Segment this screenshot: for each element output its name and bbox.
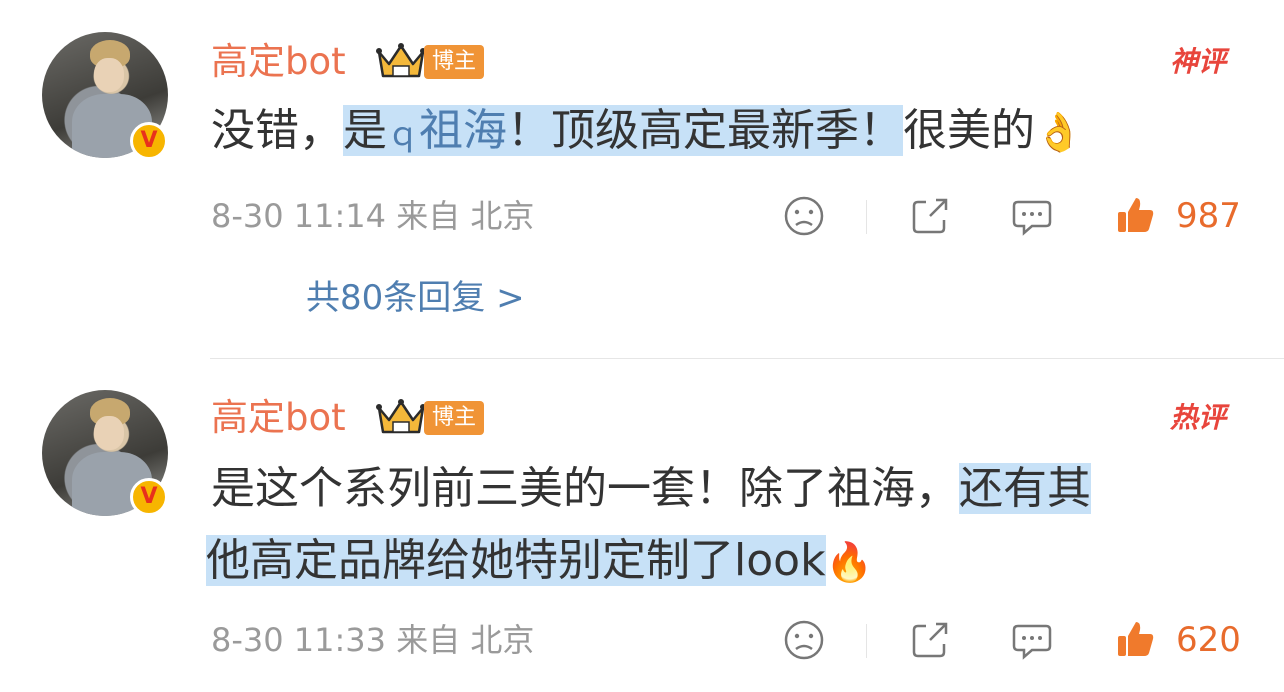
verified-v-icon: V [130, 478, 168, 516]
highlighted-text: 还有其 [959, 463, 1091, 514]
comment-meta: 8-30 11:33 来自 北京 [211, 620, 534, 660]
comment-meta: 8-30 11:14 来自 北京 [211, 196, 534, 236]
comment-item: V 高定bot 博主 神评 没错，是ｑ祖海！顶级高定最新季！很美的👌 8-30 … [0, 0, 1284, 350]
comment-text-suffix: 很美的 [903, 105, 1036, 156]
view-replies-link[interactable]: 共80条回复 > [306, 276, 525, 320]
search-icon: ｑ [387, 115, 420, 153]
share-icon[interactable] [908, 194, 952, 238]
comment-location: 来自 北京 [396, 621, 535, 659]
comment-date: 8-30 11:14 [211, 197, 387, 235]
sad-face-icon[interactable] [782, 194, 826, 238]
blogger-badge: 博主 [424, 401, 485, 435]
fire-emoji: 🔥 [825, 540, 873, 584]
verified-v-icon: V [130, 122, 168, 160]
like-icon[interactable] [1114, 618, 1158, 662]
blogger-badge: 博主 [424, 45, 485, 79]
top-comment-tag: 神评 [1169, 45, 1226, 78]
action-bar: 987 [780, 194, 1241, 242]
comment-date: 8-30 11:33 [211, 621, 387, 659]
highlight-part: 是 [343, 105, 387, 156]
action-bar: 620 [780, 618, 1241, 666]
comment-text-line-1: 是这个系列前三美的一套！除了祖海，还有其 [211, 462, 1091, 516]
like-icon[interactable] [1114, 194, 1158, 238]
comment-text-plain: 是这个系列前三美的一套！除了祖海， [211, 463, 959, 514]
separator [866, 200, 867, 234]
like-count: 620 [1176, 620, 1241, 660]
comment-text-line-2: 他高定品牌给她特别定制了look🔥 [206, 534, 873, 589]
highlighted-text: 是ｑ祖海！顶级高定最新季！ [343, 105, 904, 156]
share-icon[interactable] [908, 618, 952, 662]
separator [866, 624, 867, 658]
divider [210, 358, 1284, 359]
highlighted-text: 他高定品牌给她特别定制了look [206, 535, 826, 586]
hot-comment-tag: 热评 [1169, 401, 1226, 434]
highlight-part: ！顶级高定最新季！ [507, 105, 904, 156]
comment-text-prefix: 没错， [211, 105, 343, 156]
comment-icon[interactable] [1010, 618, 1054, 662]
topic-link[interactable]: 祖海 [419, 105, 507, 156]
comment-item: V 高定bot 博主 热评 是这个系列前三美的一套！除了祖海，还有其 他高定品牌… [0, 362, 1284, 692]
sad-face-icon[interactable] [782, 618, 826, 662]
like-count: 987 [1176, 196, 1241, 236]
comment-text: 没错，是ｑ祖海！顶级高定最新季！很美的👌 [211, 104, 1082, 161]
username[interactable]: 高定bot [211, 396, 346, 440]
ok-hand-emoji: 👌 [1035, 110, 1083, 154]
username[interactable]: 高定bot [211, 40, 346, 84]
comment-icon[interactable] [1010, 194, 1054, 238]
crown-icon [376, 399, 426, 434]
comment-location: 来自 北京 [396, 197, 535, 235]
crown-icon [376, 43, 426, 78]
comment-thread: V 高定bot 博主 神评 没错，是ｑ祖海！顶级高定最新季！很美的👌 8-30 … [0, 0, 1284, 692]
